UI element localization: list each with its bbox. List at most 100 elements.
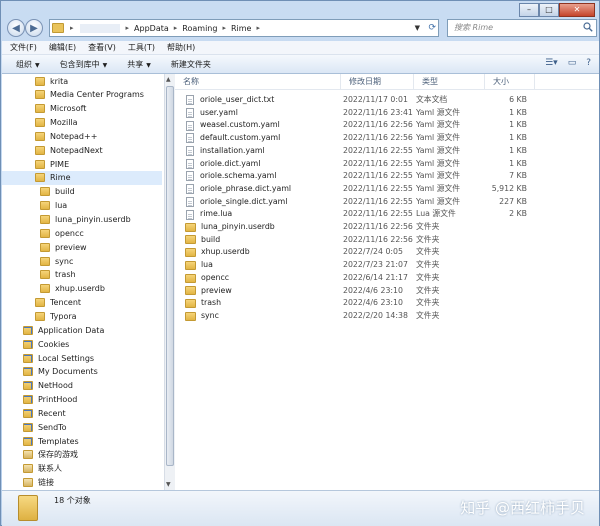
breadcrumb-roaming[interactable]: Roaming bbox=[179, 24, 220, 33]
file-name-cell: opencc bbox=[183, 272, 229, 285]
file-row[interactable]: preview 2022/4/6 23:10 文件夹 bbox=[175, 285, 599, 298]
sidebar-item[interactable]: Microsoft bbox=[2, 102, 162, 116]
sidebar-item[interactable]: Templates bbox=[2, 434, 162, 448]
breadcrumb-rime[interactable]: Rime bbox=[228, 24, 255, 33]
menu-help[interactable]: 帮助(H) bbox=[167, 42, 195, 53]
sidebar-item[interactable]: 联系人 bbox=[2, 462, 162, 476]
sidebar-item[interactable]: NetHood bbox=[2, 379, 162, 393]
menu-view[interactable]: 查看(V) bbox=[88, 42, 116, 53]
sidebar-item[interactable]: Notepad++ bbox=[2, 129, 162, 143]
search-input[interactable]: 搜索 Rime bbox=[447, 19, 597, 37]
menu-tools[interactable]: 工具(T) bbox=[128, 42, 155, 53]
sidebar-item[interactable]: Local Settings bbox=[2, 351, 162, 365]
refresh-icon[interactable]: ⟳ bbox=[428, 23, 436, 33]
sidebar-item-label: opencc bbox=[55, 228, 84, 238]
sidebar-item[interactable]: trash bbox=[2, 268, 162, 282]
help-icon[interactable]: ? bbox=[586, 58, 591, 68]
breadcrumb-appdata[interactable]: AppData bbox=[131, 24, 172, 33]
sidebar-item[interactable]: lua bbox=[2, 199, 162, 213]
file-row[interactable]: default.custom.yaml 2022/11/16 22:56 Yaml … bbox=[175, 132, 599, 145]
sidebar-item[interactable]: Recent bbox=[2, 406, 162, 420]
file-row[interactable]: oriole.schema.yaml 2022/11/16 22:55 Yaml 源… bbox=[175, 170, 599, 183]
breadcrumb-separator-icon: ▸ bbox=[125, 24, 130, 32]
sidebar-item[interactable]: preview bbox=[2, 240, 162, 254]
file-row[interactable]: user.yaml 2022/11/16 23:41 Yaml 源文件 1 KB bbox=[175, 107, 599, 120]
file-name: oriole.schema.yaml bbox=[200, 171, 277, 181]
chevron-down-icon[interactable]: ▼ bbox=[415, 24, 420, 32]
sidebar-item[interactable]: 保存的游戏 bbox=[2, 448, 162, 462]
sidebar-item[interactable]: Application Data bbox=[2, 323, 162, 337]
file-name: opencc bbox=[201, 272, 230, 282]
sidebar-item[interactable]: NotepadNext bbox=[2, 143, 162, 157]
sidebar-item[interactable]: krita bbox=[2, 74, 162, 88]
column-header-modified[interactable]: 修改日期 bbox=[341, 74, 414, 90]
sidebar-item[interactable]: sync bbox=[2, 254, 162, 268]
folder-icon bbox=[40, 284, 50, 294]
file-name: luna_pinyin.userdb bbox=[201, 222, 275, 231]
file-name: preview bbox=[201, 285, 232, 295]
file-row[interactable]: opencc 2022/6/14 21:17 文件夹 bbox=[175, 272, 599, 285]
sidebar-item[interactable]: Tencent bbox=[2, 296, 162, 310]
column-header-size[interactable]: 大小 bbox=[485, 74, 535, 90]
search-icon[interactable] bbox=[583, 22, 593, 32]
sidebar-item[interactable]: Media Center Programs bbox=[2, 88, 162, 102]
sidebar-item[interactable]: My Documents bbox=[2, 365, 162, 379]
file-row[interactable]: weasel.custom.yaml 2022/11/16 22:56 Yaml 源… bbox=[175, 119, 599, 132]
forward-button[interactable]: ▶ bbox=[25, 19, 43, 37]
file-row[interactable]: luna_pinyin.userdb 2022/11/16 22:56 文件夹 bbox=[175, 221, 599, 234]
sidebar-item[interactable]: luna_pinyin.userdb bbox=[2, 213, 162, 227]
file-row[interactable]: oriole.dict.yaml 2022/11/16 22:55 Yaml 源文件… bbox=[175, 158, 599, 171]
back-arrow-icon: ◀ bbox=[12, 22, 20, 34]
sidebar-item[interactable]: opencc bbox=[2, 226, 162, 240]
minimize-button[interactable]: – bbox=[519, 3, 539, 17]
column-header-name[interactable]: 名称 bbox=[175, 74, 341, 90]
file-size: 1 KB bbox=[509, 145, 527, 155]
include-library-button[interactable]: 包含到库中 ▼ bbox=[60, 59, 108, 70]
sidebar-item-label: luna_pinyin.userdb bbox=[55, 215, 131, 224]
scroll-up-icon[interactable]: ▲ bbox=[166, 76, 171, 83]
file-row[interactable]: sync 2022/2/20 14:38 文件夹 bbox=[175, 310, 599, 323]
sidebar-item[interactable]: PrintHood bbox=[2, 393, 162, 407]
sidebar-item[interactable]: SendTo bbox=[2, 420, 162, 434]
file-row[interactable]: trash 2022/4/6 23:10 文件夹 bbox=[175, 297, 599, 310]
close-button[interactable]: ✕ bbox=[559, 3, 595, 17]
sidebar-item[interactable]: Typora bbox=[2, 309, 162, 323]
explorer-window: – □ ✕ ◀ ▶ ▸ ▸ AppData ▸ Roaming ▸ Rime ▸… bbox=[0, 0, 600, 526]
sidebar-item[interactable]: Rime bbox=[2, 170, 162, 185]
address-bar[interactable]: ▸ ▸ AppData ▸ Roaming ▸ Rime ▸ ▼ ⟳ bbox=[49, 19, 439, 37]
navigation-scrollbar[interactable]: ▲ ▼ bbox=[164, 74, 175, 490]
maximize-button[interactable]: □ bbox=[539, 3, 559, 17]
folder-icon bbox=[40, 187, 50, 197]
file-row[interactable]: lua 2022/7/23 21:07 文件夹 bbox=[175, 259, 599, 272]
sidebar-item[interactable]: Mozilla bbox=[2, 116, 162, 130]
menu-file[interactable]: 文件(F) bbox=[10, 42, 37, 53]
file-row[interactable]: installation.yaml 2022/11/16 22:55 Yaml 源文… bbox=[175, 145, 599, 158]
file-size: 6 KB bbox=[509, 95, 527, 104]
file-row[interactable]: xhup.userdb 2022/7/24 0:05 文件夹 bbox=[175, 246, 599, 259]
file-row[interactable]: build 2022/11/16 22:56 文件夹 bbox=[175, 234, 599, 247]
view-options-icon[interactable]: ☰▾ bbox=[545, 58, 558, 68]
file-row[interactable]: oriole_phrase.dict.yaml 2022/11/16 22:55 Y… bbox=[175, 183, 599, 196]
share-button[interactable]: 共享 ▼ bbox=[127, 59, 151, 70]
sidebar-item[interactable]: PIME bbox=[2, 157, 162, 171]
column-header-type[interactable]: 类型 bbox=[414, 74, 485, 90]
file-row[interactable]: oriole_user_dict.txt 2022/11/17 0:01 文本文档 6… bbox=[175, 94, 599, 107]
new-folder-button[interactable]: 新建文件夹 bbox=[171, 59, 211, 70]
sidebar-item[interactable]: 链接 bbox=[2, 476, 162, 490]
folder-icon bbox=[23, 478, 33, 488]
file-type: Yaml 源文件 bbox=[416, 158, 461, 168]
sidebar-item[interactable]: xhup.userdb bbox=[2, 282, 162, 296]
file-modified: 2022/6/14 21:17 bbox=[343, 272, 408, 282]
preview-pane-icon[interactable]: ▭ bbox=[568, 58, 577, 68]
organize-button[interactable]: 组织 ▼ bbox=[16, 59, 40, 70]
file-name: default.custom.yaml bbox=[200, 133, 281, 143]
back-button[interactable]: ◀ bbox=[7, 19, 25, 37]
file-row[interactable]: oriole_single.dict.yaml 2022/11/16 22:55 Y… bbox=[175, 196, 599, 209]
file-row[interactable]: rime.lua 2022/11/16 22:55 Lua 源文件 2 KB bbox=[175, 208, 599, 221]
scroll-down-icon[interactable]: ▼ bbox=[166, 481, 171, 488]
menu-edit[interactable]: 编辑(E) bbox=[49, 42, 76, 53]
sidebar-item[interactable]: build bbox=[2, 185, 162, 199]
sidebar-item[interactable]: Cookies bbox=[2, 337, 162, 351]
scrollbar-thumb[interactable] bbox=[166, 86, 174, 466]
shortcut-folder-icon bbox=[23, 339, 33, 349]
